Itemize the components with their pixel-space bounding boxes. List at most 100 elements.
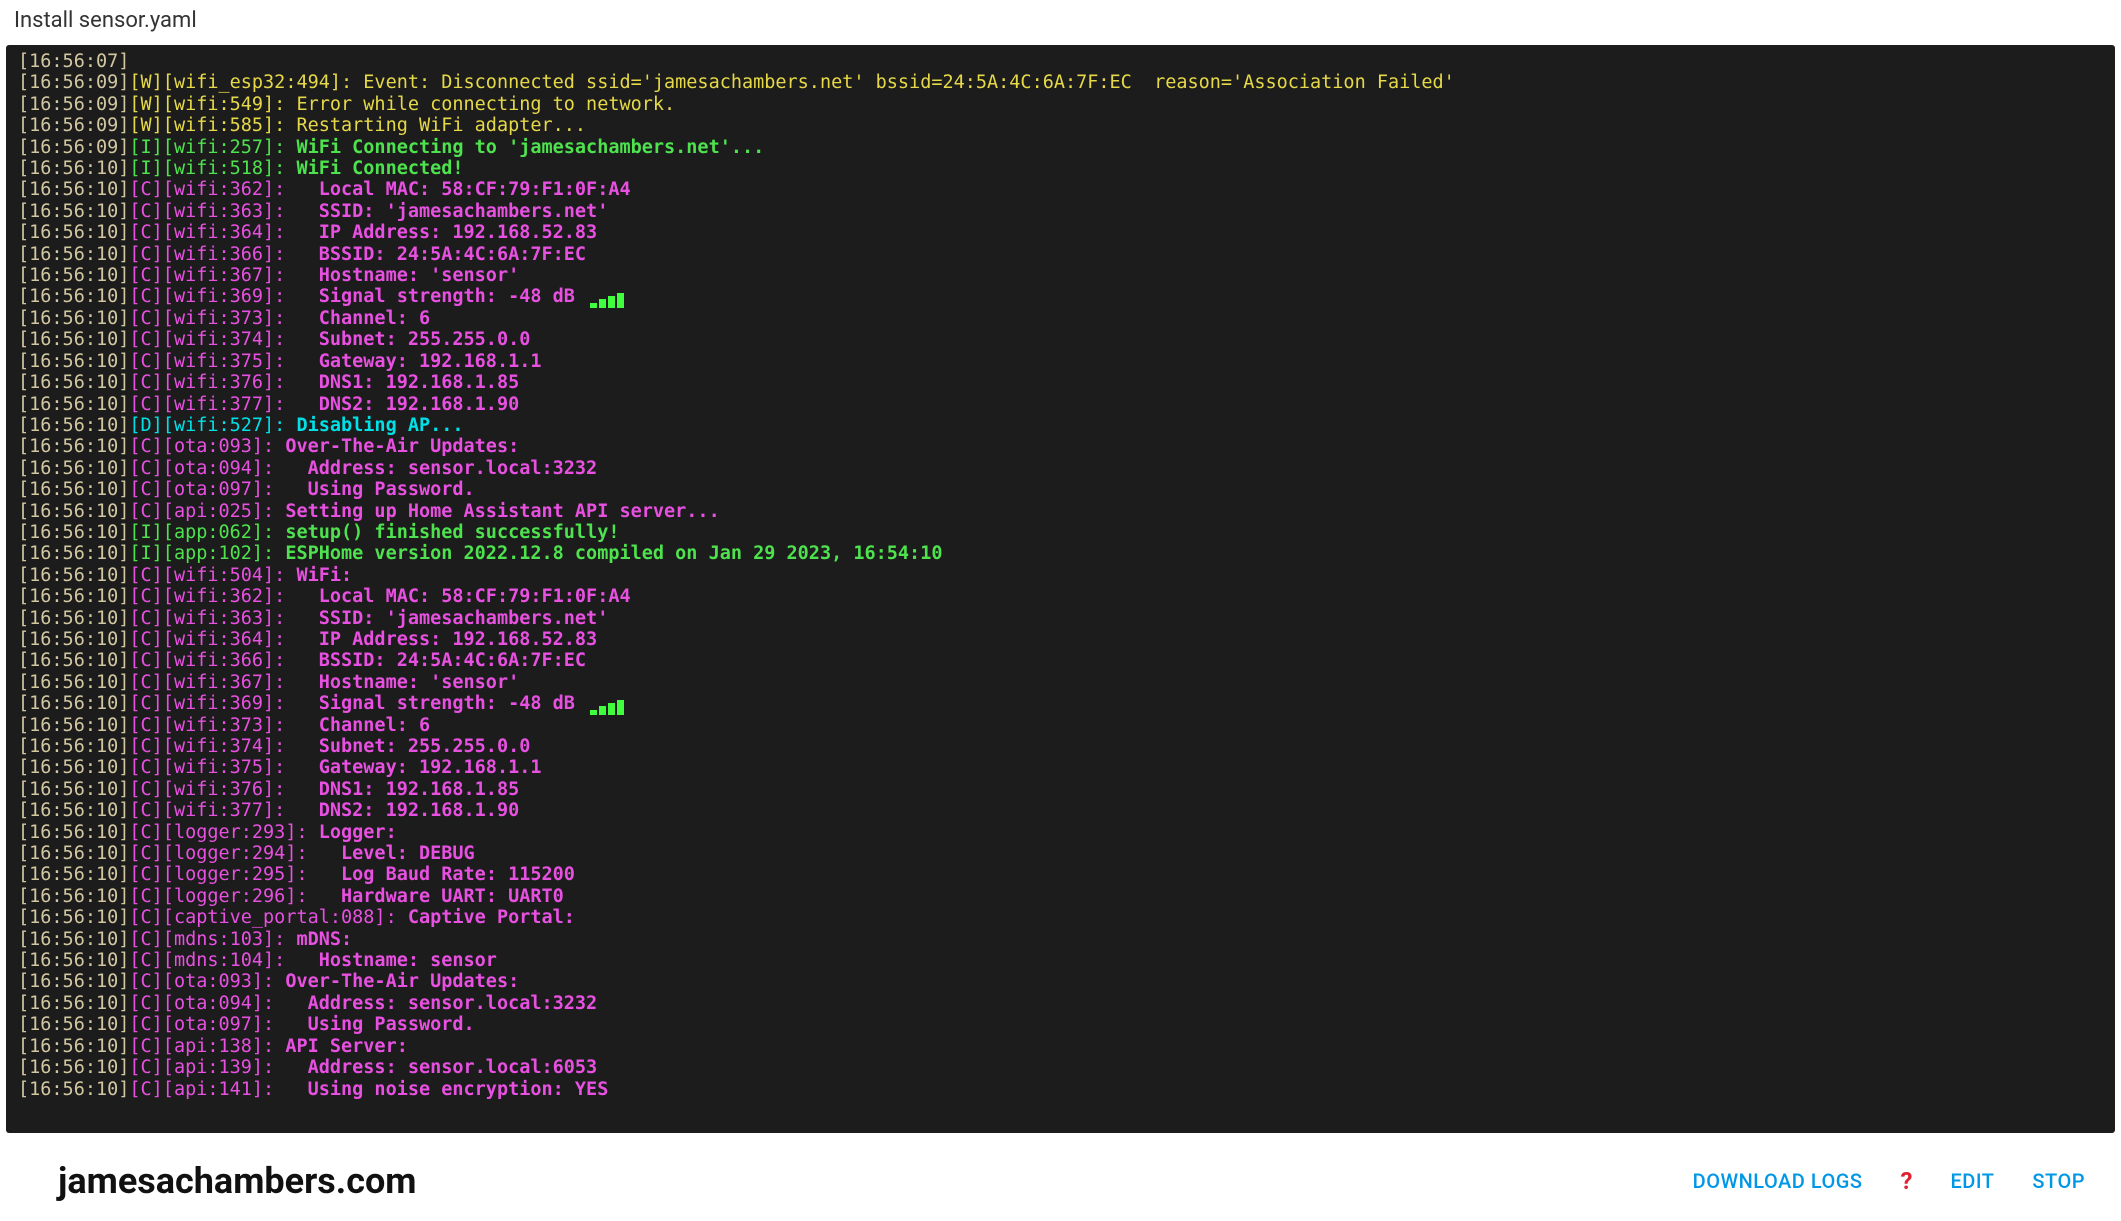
log-level-tag: [C][mdns:103]: xyxy=(129,929,285,950)
log-line: [16:56:10][C][api:025]: Setting up Home … xyxy=(18,501,2103,522)
log-timestamp: [16:56:10] xyxy=(18,501,129,522)
log-message: WiFi Connecting to 'jamesachambers.net'.… xyxy=(285,137,764,158)
log-level-tag: [I][wifi:257]: xyxy=(129,137,285,158)
log-level-tag: [I][wifi:518]: xyxy=(129,158,285,179)
log-message: Local MAC: 58:CF:79:F1:0F:A4 xyxy=(285,586,630,607)
dialog-title: Install sensor.yaml xyxy=(0,0,2121,39)
log-timestamp: [16:56:09] xyxy=(18,115,129,136)
log-timestamp: [16:56:10] xyxy=(18,201,129,222)
log-timestamp: [16:56:10] xyxy=(18,1036,129,1057)
signal-strength-icon xyxy=(590,693,626,714)
log-timestamp: [16:56:10] xyxy=(18,736,129,757)
log-timestamp: [16:56:10] xyxy=(18,1057,129,1078)
log-line: [16:56:10][C][ota:097]: Using Password. xyxy=(18,1014,2103,1035)
log-line: [16:56:10][I][wifi:518]: WiFi Connected! xyxy=(18,158,2103,179)
log-message: Event: Disconnected ssid='jamesachambers… xyxy=(352,72,1455,93)
log-line: [16:56:10][C][logger:296]: Hardware UART… xyxy=(18,886,2103,907)
edit-button[interactable]: EDIT xyxy=(1950,1169,1994,1193)
log-line: [16:56:09][W][wifi_esp32:494]: Event: Di… xyxy=(18,72,2103,93)
log-message: Address: sensor.local:3232 xyxy=(274,458,597,479)
log-timestamp: [16:56:10] xyxy=(18,179,129,200)
log-timestamp: [16:56:09] xyxy=(18,137,129,158)
log-level-tag: [C][logger:295]: xyxy=(129,864,307,885)
log-timestamp: [16:56:10] xyxy=(18,436,129,457)
log-timestamp: [16:56:10] xyxy=(18,757,129,778)
log-timestamp: [16:56:10] xyxy=(18,608,129,629)
log-level-tag: [C][wifi:369]: xyxy=(129,286,285,307)
log-message: API Server: xyxy=(274,1036,408,1057)
log-message: Gateway: 192.168.1.1 xyxy=(285,351,541,372)
log-timestamp: [16:56:09] xyxy=(18,94,129,115)
log-line: [16:56:10][C][wifi:367]: Hostname: 'sens… xyxy=(18,672,2103,693)
log-level-tag: [C][ota:094]: xyxy=(129,458,274,479)
log-line: [16:56:10][C][logger:293]: Logger: xyxy=(18,822,2103,843)
log-line: [16:56:10][C][ota:093]: Over-The-Air Upd… xyxy=(18,971,2103,992)
log-level-tag: [C][wifi:376]: xyxy=(129,372,285,393)
stop-button[interactable]: STOP xyxy=(2032,1169,2085,1193)
log-message: Log Baud Rate: 115200 xyxy=(308,864,575,885)
footer-bar: jamesachambers.com DOWNLOAD LOGS ? EDIT … xyxy=(0,1141,2121,1221)
log-line: [16:56:10][C][ota:094]: Address: sensor.… xyxy=(18,458,2103,479)
log-message: Logger: xyxy=(308,822,397,843)
log-line: [16:56:10][C][wifi:376]: DNS1: 192.168.1… xyxy=(18,372,2103,393)
log-level-tag: [C][ota:097]: xyxy=(129,479,274,500)
log-message: Signal strength: -48 dB xyxy=(285,693,586,714)
log-level-tag: [C][wifi:376]: xyxy=(129,779,285,800)
log-timestamp: [16:56:10] xyxy=(18,822,129,843)
log-message: Setting up Home Assistant API server... xyxy=(274,501,720,522)
log-line: [16:56:10][C][wifi:362]: Local MAC: 58:C… xyxy=(18,586,2103,607)
log-timestamp: [16:56:10] xyxy=(18,886,129,907)
log-line: [16:56:10][C][wifi:375]: Gateway: 192.16… xyxy=(18,351,2103,372)
log-line: [16:56:10][C][captive_portal:088]: Capti… xyxy=(18,907,2103,928)
log-timestamp: [16:56:10] xyxy=(18,351,129,372)
log-line: [16:56:10][C][wifi:369]: Signal strength… xyxy=(18,693,2103,714)
log-level-tag: [C][captive_portal:088]: xyxy=(129,907,396,928)
log-level-tag: [I][app:102]: xyxy=(129,543,274,564)
log-timestamp: [16:56:10] xyxy=(18,308,129,329)
log-level-tag: [C][wifi:375]: xyxy=(129,757,285,778)
log-level-tag: [C][wifi:504]: xyxy=(129,565,285,586)
log-level-tag: [C][wifi:367]: xyxy=(129,265,285,286)
log-line: [16:56:10][C][api:139]: Address: sensor.… xyxy=(18,1057,2103,1078)
log-message: Using Password. xyxy=(274,479,474,500)
download-logs-button[interactable]: DOWNLOAD LOGS xyxy=(1693,1169,1863,1193)
log-line: [16:56:10][I][app:102]: ESPHome version … xyxy=(18,543,2103,564)
signal-strength-icon xyxy=(590,286,626,307)
log-line: [16:56:10][C][api:138]: API Server: xyxy=(18,1036,2103,1057)
log-message: Over-The-Air Updates: xyxy=(274,971,519,992)
log-timestamp: [16:56:10] xyxy=(18,415,129,436)
log-message: Error while connecting to network. xyxy=(285,94,675,115)
log-level-tag: [C][wifi:366]: xyxy=(129,244,285,265)
log-level-tag: [C][logger:293]: xyxy=(129,822,307,843)
log-level-tag: [C][logger:296]: xyxy=(129,886,307,907)
log-message: SSID: 'jamesachambers.net' xyxy=(285,608,608,629)
log-level-tag: [C][wifi:363]: xyxy=(129,608,285,629)
log-timestamp: [16:56:10] xyxy=(18,1079,129,1100)
log-line: [16:56:09][W][wifi:549]: Error while con… xyxy=(18,94,2103,115)
log-line: [16:56:10][C][ota:097]: Using Password. xyxy=(18,479,2103,500)
log-line: [16:56:10][C][mdns:104]: Hostname: senso… xyxy=(18,950,2103,971)
log-timestamp: [16:56:10] xyxy=(18,329,129,350)
log-timestamp: [16:56:10] xyxy=(18,864,129,885)
log-timestamp: [16:56:10] xyxy=(18,843,129,864)
log-line: [16:56:10][C][wifi:367]: Hostname: 'sens… xyxy=(18,265,2103,286)
log-message: Hardware UART: UART0 xyxy=(308,886,564,907)
log-message: DNS1: 192.168.1.85 xyxy=(285,779,519,800)
log-message: Address: sensor.local:6053 xyxy=(274,1057,597,1078)
help-icon[interactable]: ? xyxy=(1901,1167,1913,1195)
log-level-tag: [I][app:062]: xyxy=(129,522,274,543)
log-level-tag: [W][wifi:549]: xyxy=(129,94,285,115)
log-level-tag: [C][wifi:373]: xyxy=(129,715,285,736)
log-timestamp: [16:56:10] xyxy=(18,522,129,543)
log-line: [16:56:10][C][wifi:377]: DNS2: 192.168.1… xyxy=(18,394,2103,415)
log-level-tag: [C][api:025]: xyxy=(129,501,274,522)
log-level-tag: [C][api:139]: xyxy=(129,1057,274,1078)
log-line: [16:56:10][C][wifi:369]: Signal strength… xyxy=(18,286,2103,307)
log-terminal[interactable]: [16:56:07][16:56:09][W][wifi_esp32:494]:… xyxy=(6,45,2115,1133)
log-message: mDNS: xyxy=(285,929,352,950)
log-timestamp: [16:56:10] xyxy=(18,244,129,265)
log-level-tag: [C][wifi:373]: xyxy=(129,308,285,329)
log-line: [16:56:10][C][wifi:375]: Gateway: 192.16… xyxy=(18,757,2103,778)
log-timestamp: [16:56:10] xyxy=(18,543,129,564)
log-level-tag: [C][wifi:367]: xyxy=(129,672,285,693)
